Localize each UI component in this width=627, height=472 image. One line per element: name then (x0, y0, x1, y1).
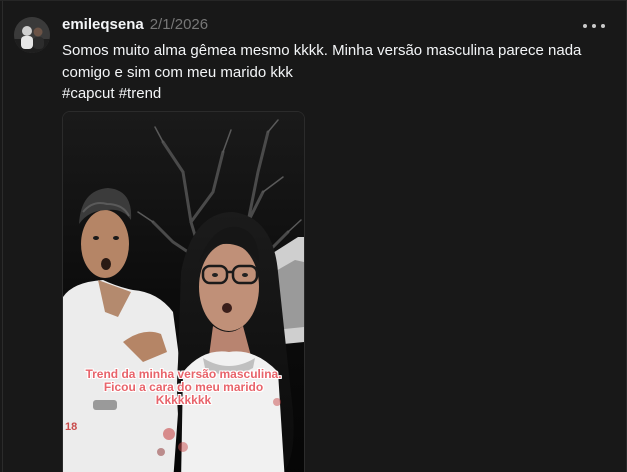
post-header: emileqsena 2/1/2026 (62, 16, 208, 36)
dot (583, 24, 587, 28)
hashtag-link[interactable]: #capcut (62, 85, 115, 102)
dot (601, 24, 605, 28)
caption-line: Somos muito alma gêmea mesmo kkkk. Minha… (62, 42, 582, 59)
caption-line: comigo e sim com meu marido kkk (62, 63, 293, 81)
post-caption: Somos muito alma gêmea mesmo kkkk. Minha… (62, 40, 607, 105)
avatar[interactable] (14, 17, 50, 53)
more-options-icon[interactable] (583, 19, 605, 33)
video-thumbnail[interactable]: 18 Trend da minha versão masculina. Fico… (62, 111, 305, 472)
dot (592, 24, 596, 28)
svg-text:18: 18 (65, 421, 77, 433)
hashtag-link[interactable]: #trend (119, 85, 162, 102)
video-caption-overlay: Trend da minha versão masculina. Ficou a… (63, 368, 304, 407)
post-container: emileqsena 2/1/2026 Somos muito alma gêm… (0, 0, 627, 472)
hashtag-line: #capcut #trend (62, 83, 607, 105)
video-frame-image: 18 (63, 112, 304, 472)
username-link[interactable]: emileqsena (62, 16, 144, 33)
divider (2, 1, 3, 472)
post-timestamp[interactable]: 2/1/2026 (150, 16, 208, 33)
overlay-line: Kkkkkkkk (155, 393, 212, 407)
avatar-image (14, 17, 50, 53)
